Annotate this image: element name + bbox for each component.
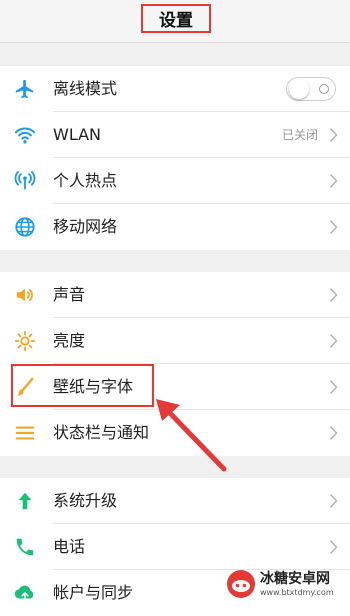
title-bar: 设置 — [0, 0, 350, 43]
setting-hotspot[interactable]: 个人热点 — [0, 158, 350, 204]
setting-system-upgrade[interactable]: 系统升级 — [0, 478, 350, 524]
chevron-right-icon — [329, 173, 338, 189]
hotspot-icon — [13, 170, 37, 192]
setting-sound[interactable]: 声音 — [0, 272, 350, 318]
settings-group-network: 离线模式 WLAN 已关闭 个人热点 移动网络 — [0, 66, 350, 250]
setting-airplane-mode[interactable]: 离线模式 — [0, 66, 350, 112]
wlan-status: 已关闭 — [281, 128, 318, 142]
upgrade-arrow-icon — [13, 490, 37, 512]
setting-label: 帐户与同步 — [53, 583, 134, 602]
cloud-sync-icon — [13, 582, 37, 604]
phone-icon — [13, 536, 37, 558]
toggle-off-indicator — [319, 84, 329, 94]
chevron-right-icon — [329, 127, 338, 143]
wifi-icon — [13, 124, 37, 146]
annotation-arrow — [156, 399, 227, 472]
setting-label: 亮度 — [53, 331, 86, 350]
chevron-right-icon — [329, 379, 338, 395]
chevron-right-icon — [329, 333, 338, 349]
brightness-icon — [13, 330, 37, 352]
setting-label: 电话 — [53, 537, 86, 556]
airplane-mode-toggle[interactable] — [286, 77, 336, 101]
setting-label: 个人热点 — [53, 171, 118, 190]
watermark-name: 冰糖安卓网 — [260, 571, 330, 587]
airplane-icon — [13, 78, 37, 100]
chevron-right-icon — [329, 425, 338, 441]
setting-wlan[interactable]: WLAN 已关闭 — [0, 112, 350, 158]
setting-phone[interactable]: 电话 — [0, 524, 350, 570]
setting-mobile-network[interactable]: 移动网络 — [0, 204, 350, 250]
setting-label: 声音 — [53, 285, 86, 304]
setting-brightness[interactable]: 亮度 — [0, 318, 350, 364]
chevron-right-icon — [329, 493, 338, 509]
chevron-right-icon — [329, 539, 338, 555]
toggle-knob — [289, 79, 309, 99]
watermark: 冰糖安卓网 www.btxtdmy.com — [226, 566, 346, 602]
status-bar-icon — [13, 422, 37, 444]
setting-label: 移动网络 — [53, 217, 118, 236]
chevron-right-icon — [329, 287, 338, 303]
page-title: 设置 — [141, 4, 211, 33]
setting-label: 状态栏与通知 — [53, 423, 150, 442]
highlight-box — [11, 364, 154, 407]
chevron-right-icon — [329, 219, 338, 235]
speaker-icon — [13, 284, 37, 306]
watermark-logo-icon — [227, 570, 255, 598]
setting-label: 离线模式 — [53, 79, 118, 98]
globe-icon — [13, 216, 37, 238]
watermark-url: www.btxtdmy.com — [260, 588, 334, 597]
setting-label: WLAN — [53, 125, 102, 144]
setting-label: 系统升级 — [53, 491, 118, 510]
